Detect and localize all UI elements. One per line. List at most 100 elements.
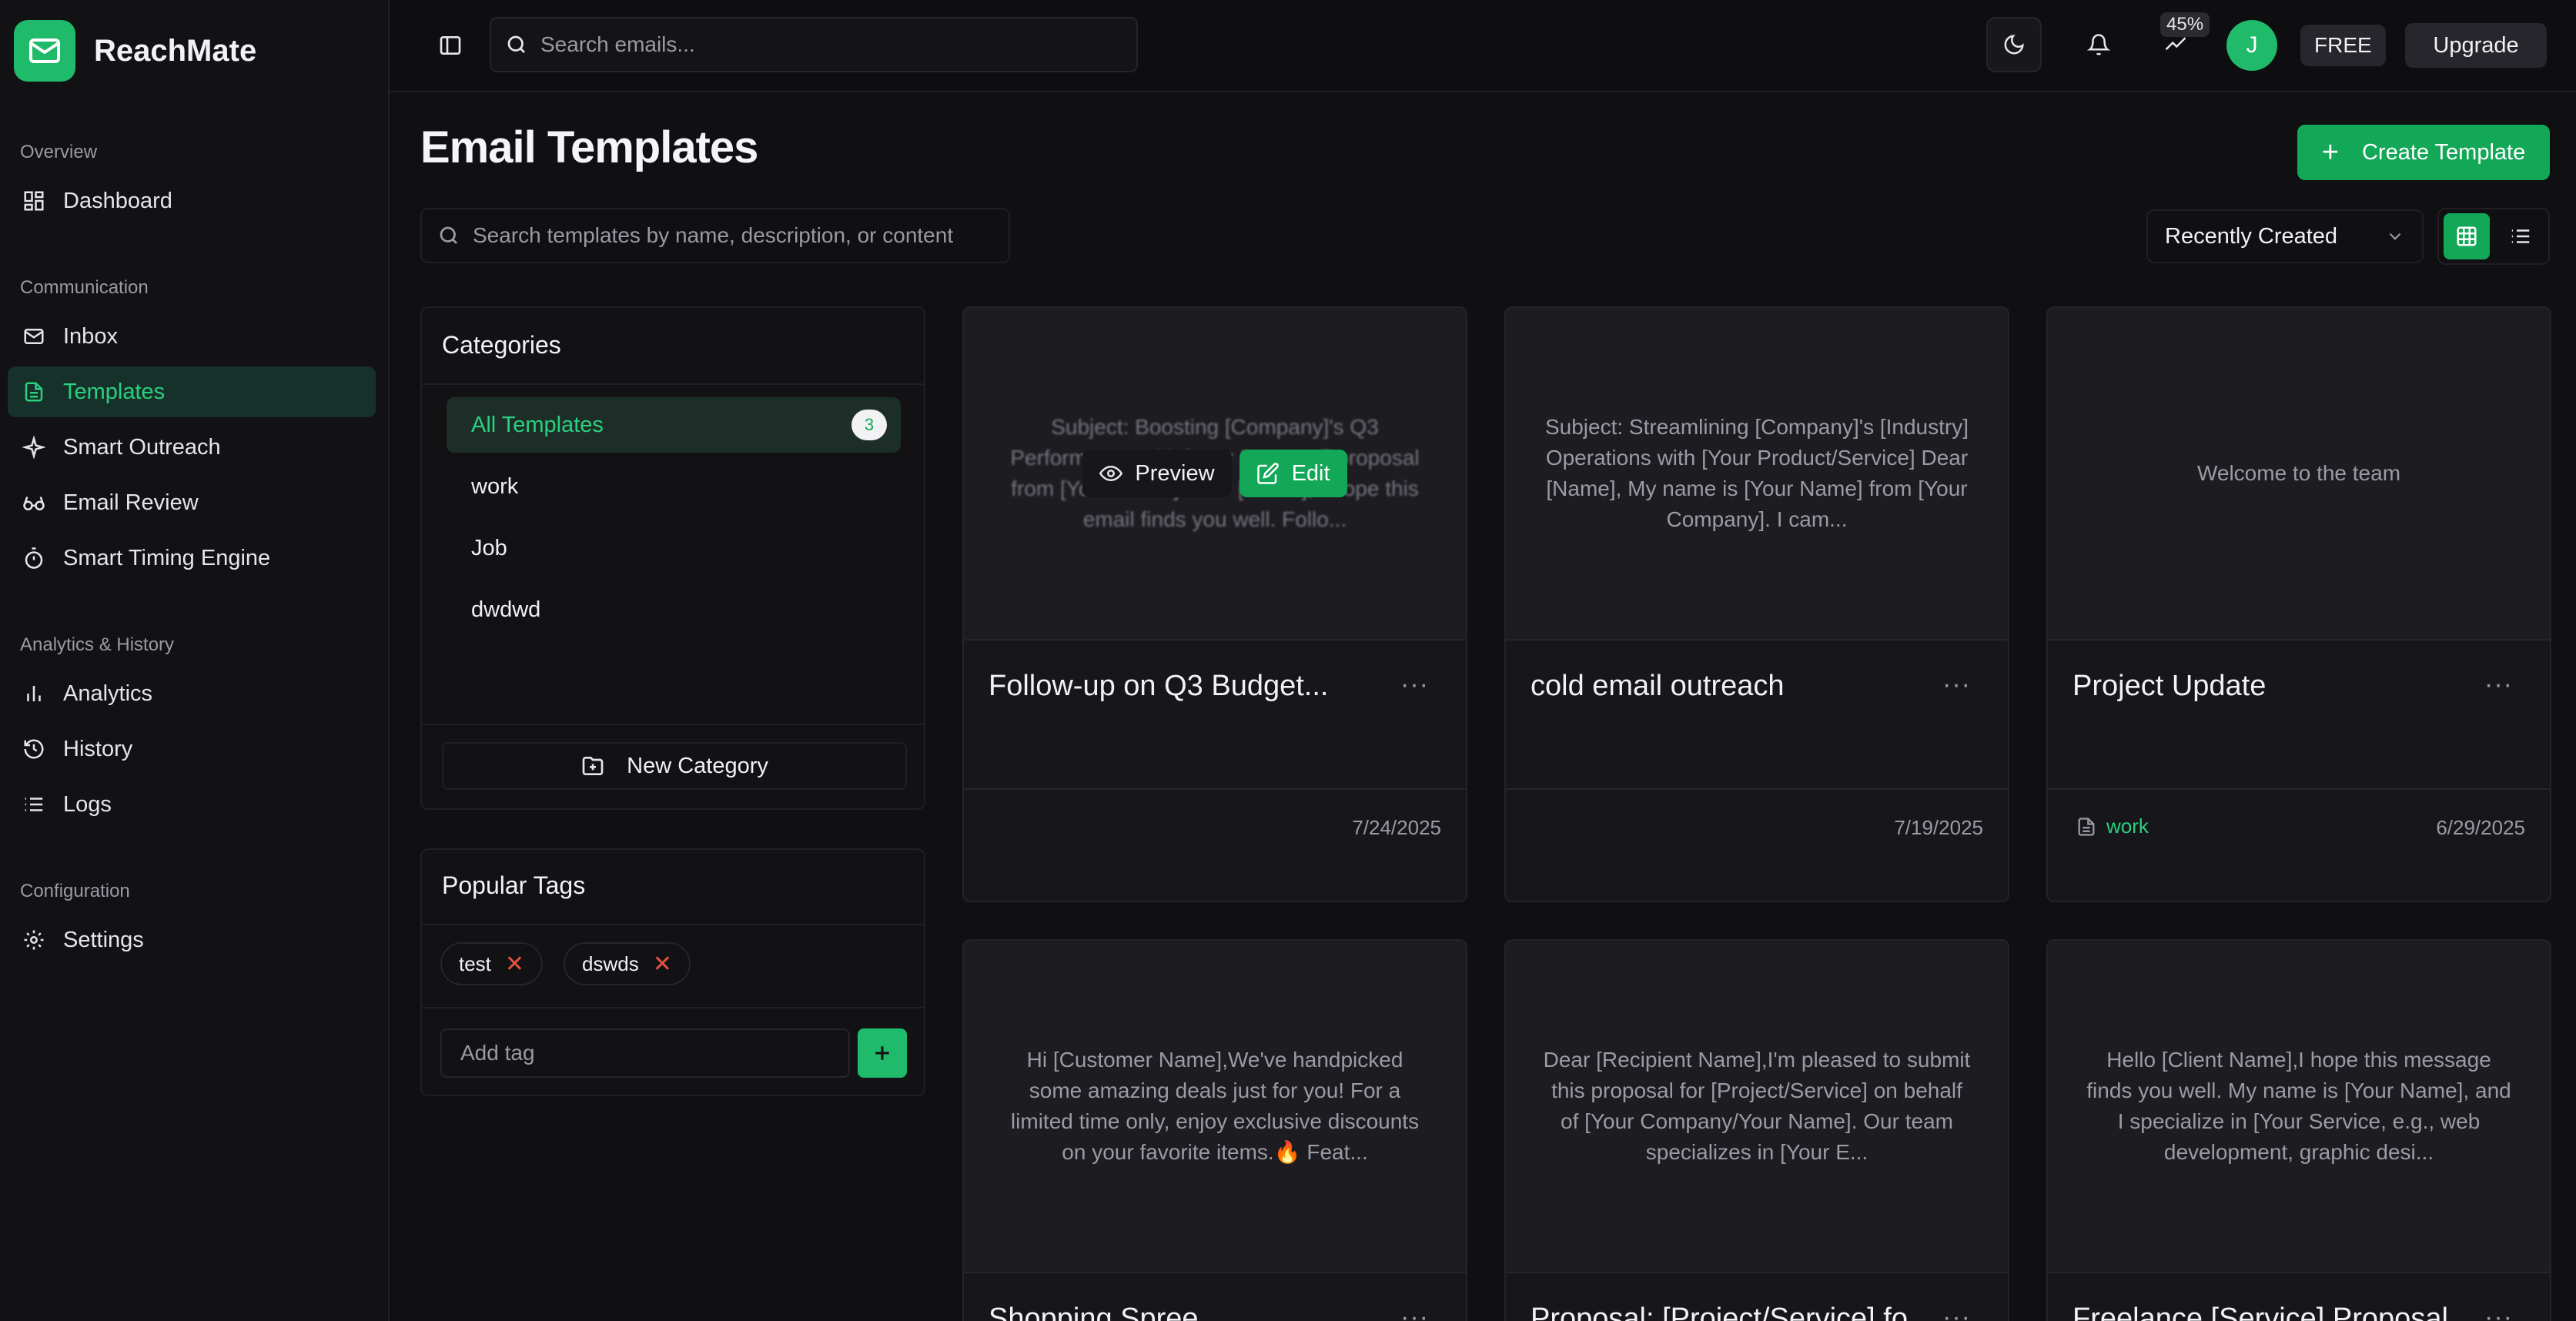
template-card[interactable]: Welcome to the team Project Update ··· w…: [2046, 306, 2551, 902]
template-preview-text: Welcome to the team: [2196, 461, 2401, 485]
divider: [422, 924, 924, 925]
sort-select[interactable]: Recently Created: [2146, 209, 2424, 263]
sidebar-item-inbox[interactable]: Inbox: [8, 311, 376, 362]
mail-icon: [20, 323, 48, 350]
brand-name: ReachMate: [94, 33, 257, 68]
sidebar-item-history[interactable]: History: [8, 724, 376, 774]
preview-label: Preview: [1135, 460, 1215, 486]
category-count-badge: 3: [851, 410, 887, 440]
app-root: ReachMate Overview Dashboard Communicati…: [0, 0, 2576, 1321]
divider: [2048, 1272, 2550, 1273]
sidebar-item-templates[interactable]: Templates: [8, 366, 376, 417]
plan-badge: FREE: [2300, 25, 2386, 66]
sidebar-item-dashboard[interactable]: Dashboard: [8, 176, 376, 226]
folder-plus-icon: [582, 757, 604, 775]
create-template-button[interactable]: + Create Template: [2297, 125, 2550, 180]
divider: [422, 383, 924, 385]
list-icon: [20, 791, 48, 818]
template-search-input[interactable]: [473, 223, 1009, 248]
sidebar-toggle-button[interactable]: [431, 26, 470, 65]
sidebar-item-analytics[interactable]: Analytics: [8, 668, 376, 719]
category-label: Job: [471, 535, 507, 560]
mail-logo-icon: [14, 20, 75, 82]
sidebar-item-label: Inbox: [63, 323, 118, 349]
sidebar-item-smart-outreach[interactable]: Smart Outreach: [8, 422, 376, 473]
upgrade-button[interactable]: Upgrade: [2405, 23, 2547, 68]
timer-icon: [20, 544, 48, 572]
avatar[interactable]: J: [2226, 20, 2277, 71]
list-view-button[interactable]: [2497, 213, 2544, 259]
theme-toggle-button[interactable]: [1986, 17, 2042, 72]
category-all-templates[interactable]: All Templates 3: [447, 397, 901, 453]
plus-icon: +: [2321, 135, 2339, 169]
sort-value: Recently Created: [2165, 223, 2338, 249]
more-options-icon[interactable]: ···: [2484, 1303, 2513, 1321]
more-options-icon[interactable]: ···: [1942, 670, 1971, 700]
sidebar-item-label: Settings: [63, 927, 144, 952]
remove-tag-icon[interactable]: ✕: [505, 951, 524, 978]
tag-chip[interactable]: dswds ✕: [564, 942, 691, 985]
more-options-icon[interactable]: ···: [1400, 1303, 1429, 1321]
more-options-icon[interactable]: ···: [1942, 1303, 1971, 1321]
category-work[interactable]: work: [447, 459, 901, 514]
category-dwdwd[interactable]: dwdwd: [447, 582, 901, 637]
history-icon: [20, 735, 48, 763]
category-job[interactable]: Job: [447, 520, 901, 576]
sidebar-item-label: Logs: [63, 791, 112, 817]
template-preview-text: Subject: Streamlining [Company]'s [Indus…: [1544, 415, 1969, 531]
preview-button[interactable]: Preview: [1082, 450, 1232, 497]
sidebar-item-smart-timing-engine[interactable]: Smart Timing Engine: [8, 533, 376, 584]
plus-icon: [875, 1046, 889, 1060]
category-label: dwdwd: [471, 597, 541, 622]
notifications-button[interactable]: [2071, 17, 2126, 72]
card-hover-actions: Preview Edit: [964, 308, 1466, 639]
divider: [964, 1272, 1466, 1273]
template-card[interactable]: Hi [Customer Name],We've handpicked some…: [962, 939, 1467, 1321]
new-category-button[interactable]: New Category: [442, 742, 907, 790]
template-title: Freelance [Service] Proposal: [2073, 1303, 2448, 1321]
create-template-label: Create Template: [2361, 139, 2526, 165]
email-search-input[interactable]: [540, 32, 1136, 57]
template-tag-label: work: [2106, 814, 2149, 838]
nav-section-overview: Overview: [20, 142, 98, 162]
search-icon: [440, 226, 457, 244]
edit-button[interactable]: Edit: [1239, 450, 1347, 497]
template-card[interactable]: Subject: Boosting [Company]'s Q3 Perform…: [962, 306, 1467, 902]
template-preview-text: Hi [Customer Name],We've handpicked some…: [1010, 1048, 1420, 1164]
template-card[interactable]: Hello [Client Name],I hope this message …: [2046, 939, 2551, 1321]
template-date: 7/19/2025: [1894, 816, 1983, 839]
sidebar-item-settings[interactable]: Settings: [8, 915, 376, 965]
divider: [964, 639, 1466, 640]
list-icon: [2511, 229, 2530, 243]
sidebar-item-label: History: [63, 736, 133, 761]
sidebar-item-label: Analytics: [63, 681, 153, 706]
add-tag-input[interactable]: [460, 1041, 848, 1065]
tag-chip[interactable]: test ✕: [440, 942, 544, 985]
edit-icon: [1256, 463, 1279, 484]
template-date: 6/29/2025: [2436, 816, 2525, 839]
more-options-icon[interactable]: ···: [2484, 670, 2513, 700]
sidebar-item-email-review[interactable]: Email Review: [8, 477, 376, 528]
template-title: cold email outreach: [1531, 670, 1785, 702]
gear-icon: [20, 926, 48, 954]
template-search[interactable]: [420, 208, 1010, 263]
template-date: 7/24/2025: [1352, 816, 1441, 839]
file-icon: [2078, 817, 2095, 836]
email-search[interactable]: [490, 17, 1138, 72]
brand[interactable]: ReachMate: [14, 20, 256, 82]
remove-tag-icon[interactable]: ✕: [653, 951, 672, 978]
grid-view-button[interactable]: [2444, 213, 2490, 259]
add-tag-field[interactable]: [440, 1028, 850, 1078]
bell-icon: [2087, 34, 2110, 55]
add-tag-button[interactable]: [858, 1028, 907, 1078]
template-title: Project Update: [2073, 670, 2267, 702]
nav-section-configuration: Configuration: [20, 881, 130, 901]
divider: [964, 788, 1466, 790]
template-card[interactable]: Dear [Recipient Name],I'm pleased to sub…: [1504, 939, 2009, 1321]
sidebar-item-label: Dashboard: [63, 188, 172, 213]
sidebar-item-logs[interactable]: Logs: [8, 779, 376, 830]
grid-icon: [2457, 226, 2477, 246]
template-preview: Hello [Client Name],I hope this message …: [2048, 941, 2550, 1272]
more-options-icon[interactable]: ···: [1400, 670, 1429, 700]
template-card[interactable]: Subject: Streamlining [Company]'s [Indus…: [1504, 306, 2009, 902]
